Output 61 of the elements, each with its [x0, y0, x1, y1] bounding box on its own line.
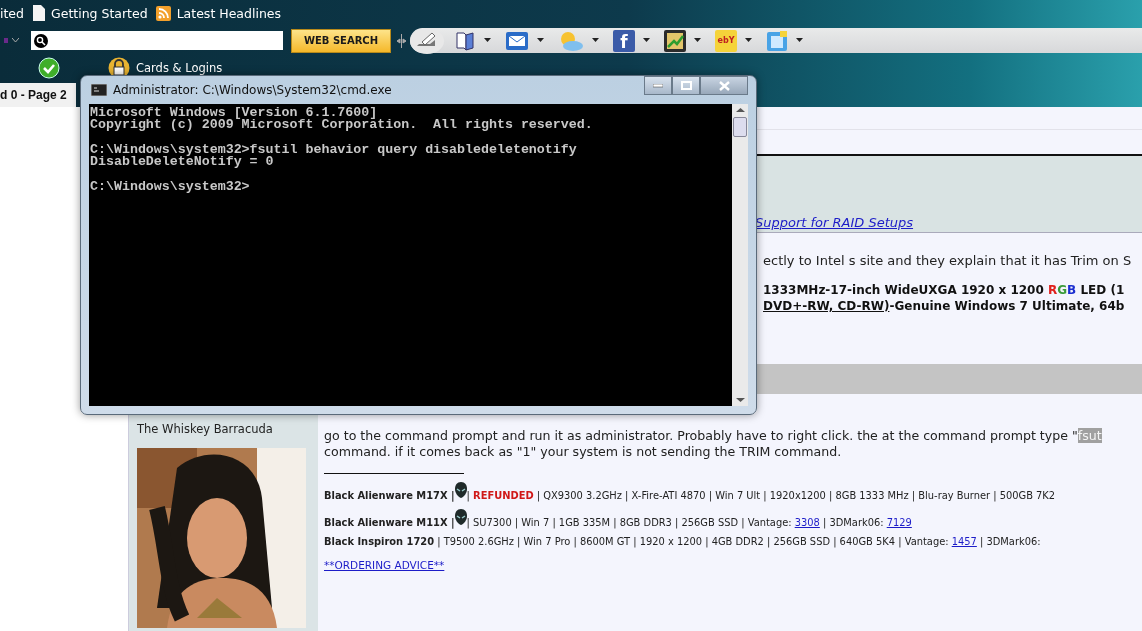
- caret-icon[interactable]: [643, 38, 650, 43]
- page-icon: [32, 5, 45, 21]
- ordering-advice-link[interactable]: **ORDERING ADVICE**: [324, 559, 445, 571]
- book-icon[interactable]: [454, 29, 476, 52]
- chart-icon[interactable]: [664, 29, 686, 52]
- cards-logins-link[interactable]: Cards & Logins: [136, 61, 223, 75]
- caret-icon[interactable]: [484, 38, 491, 43]
- caret-icon[interactable]: [694, 38, 701, 43]
- mail-icon[interactable]: [505, 29, 529, 52]
- feed-icon: [155, 5, 171, 21]
- caret-icon[interactable]: [745, 38, 752, 43]
- browser-tab[interactable]: d 0 - Page 2: [0, 83, 76, 107]
- specs-line: 1333MHz-17-inch WideUXGA 1920 x 1200 RGB LED (1: [763, 282, 1126, 298]
- post-text: ectly to Intel s site and they explain that it has Trim on S: [762, 252, 1133, 268]
- close-button[interactable]: [700, 76, 748, 95]
- signature-text: Black Alienware M17X |: [324, 490, 455, 501]
- alien-head-icon: [454, 482, 467, 498]
- caret-icon[interactable]: [4, 38, 19, 43]
- maximize-icon: [680, 81, 692, 90]
- bookmark-link[interactable]: Getting Started: [51, 5, 148, 21]
- post-text: go to the command prompt and run it as administrator. Probably have to right click. the at the command prompt type "fsut command. if it comes back as "1" your system is not sending the TRIM command.: [324, 428, 1103, 460]
- auction-button[interactable]: ebY: [715, 29, 737, 52]
- signature-text: | SU7300 | Win 7 | 1GB 335M | 8GB DDR3 | 256GB SSD | Vantage:: [466, 517, 793, 528]
- signature-text: | 3DMark06:: [821, 517, 885, 528]
- console-line: Microsoft Windows [Version 6.1.7600]: [90, 105, 378, 120]
- alien-head-icon: [454, 509, 467, 525]
- grip-icon[interactable]: [397, 33, 406, 48]
- f-button[interactable]: f: [613, 29, 635, 52]
- minimize-icon: [653, 83, 663, 88]
- signature-text: | 3DMark06:: [979, 536, 1041, 547]
- bookmark-link[interactable]: ited: [0, 5, 24, 21]
- signature-text: | QX9300 3.2GHz | X-Fire-ATI 4870 | Win 7 Ult | 1920x1200 | 8GB 1333 MHz | Blu-ray Burner | 500GB 7K2: [535, 490, 1056, 501]
- signature-text: REFUNDED: [473, 490, 534, 501]
- caret-icon[interactable]: [796, 38, 803, 43]
- scroll-down-icon[interactable]: [735, 397, 745, 403]
- signature-text: | T9500 2.6GHz | Win 7 Pro | 8600M GT | 1920 x 1200 | 4GB DDR2 | 256GB SSD | 640GB 5K4 | Vantage:: [436, 536, 950, 547]
- caret-icon[interactable]: [592, 38, 599, 43]
- console-line: C:\Windows\system32>fsutil behavior query disabledeletenotify: [90, 141, 577, 157]
- scrollbar[interactable]: [732, 104, 748, 406]
- score-link[interactable]: 1457: [951, 536, 977, 547]
- search-field[interactable]: [31, 31, 283, 50]
- check-icon[interactable]: [38, 57, 60, 79]
- bookmark-link[interactable]: Latest Headlines: [176, 5, 281, 21]
- console-line: C:\Windows\system32>: [90, 178, 250, 194]
- scroll-thumb[interactable]: [733, 117, 747, 137]
- search-icon: [34, 33, 48, 48]
- signature-text: |: [466, 490, 471, 501]
- caret-icon[interactable]: [537, 38, 544, 43]
- score-link[interactable]: 7129: [886, 517, 912, 528]
- username[interactable]: The Whiskey Barracuda: [137, 422, 318, 436]
- raid-link[interactable]: Support for RAID Setups: [755, 215, 914, 230]
- web-search-button[interactable]: WEB SEARCH: [291, 28, 391, 53]
- maximize-button[interactable]: [672, 76, 700, 95]
- signature-text: Black Alienware M11X |: [324, 517, 455, 528]
- console-icon: [91, 84, 107, 96]
- window-title: Administrator: C:\Windows\System32\cmd.exe: [113, 83, 392, 97]
- minimize-button[interactable]: [644, 76, 672, 95]
- specs-line: DVD+-RW, CD-RW)-Genuine Windows 7 Ultimate, 64b: [763, 298, 1126, 314]
- signature-text: Black Inspiron 1720: [324, 536, 435, 547]
- close-icon: [718, 80, 730, 91]
- score-link[interactable]: 3308: [794, 517, 820, 528]
